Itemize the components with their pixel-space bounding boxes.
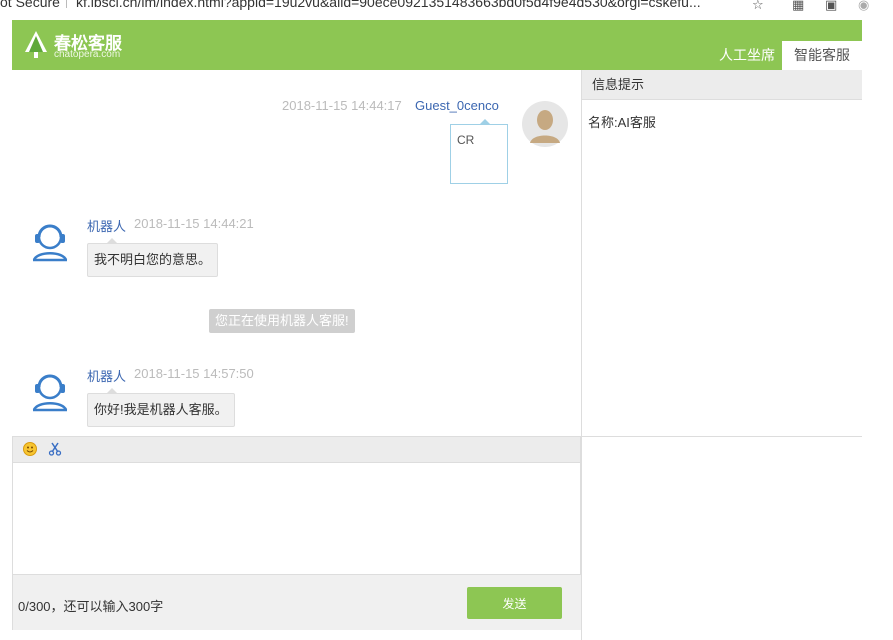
- bot-message-bubble: 我不明白您的意思。: [87, 238, 219, 277]
- window-right-margin: [862, 20, 893, 640]
- char-counter: 0/300，还可以输入300字: [18, 599, 164, 614]
- tab-human-agent[interactable]: 人工坐席: [712, 41, 782, 70]
- image-extension-icon[interactable]: ▣: [825, 0, 837, 12]
- bot-message-time: 2018-11-15 14:44:21: [134, 216, 254, 231]
- info-name-row: 名称:AI客服: [588, 115, 656, 130]
- robot-avatar-icon: [32, 374, 68, 412]
- guest-message-text: CR: [457, 133, 475, 147]
- message-input[interactable]: [13, 463, 580, 574]
- input-toolbar: [12, 436, 581, 463]
- url-separator: [66, 0, 67, 8]
- security-label: ot Secure: [0, 0, 60, 10]
- screenshot-scissors-icon[interactable]: [48, 442, 62, 459]
- tab-ai-service[interactable]: 智能客服: [782, 41, 862, 70]
- guest-avatar-icon: [522, 101, 568, 147]
- guest-name: Guest_0cenco: [415, 98, 499, 113]
- input-footer: 0/300，还可以输入300字 发送: [12, 575, 581, 630]
- extension-icon[interactable]: ◉: [858, 0, 869, 12]
- browser-url-bar[interactable]: ot Secure kf.ibsci.cn/im/index.html?appi…: [0, 0, 893, 12]
- system-notice: 您正在使用机器人客服!: [209, 309, 355, 333]
- guest-message-time: 2018-11-15 14:44:17: [282, 98, 402, 113]
- pine-tree-icon: [25, 31, 47, 58]
- qr-code-icon[interactable]: ▦: [792, 0, 804, 12]
- brand-logo[interactable]: 春松客服 chatopera.com: [22, 28, 142, 62]
- app-header: 春松客服 chatopera.com 人工坐席 智能客服: [12, 20, 862, 70]
- emoji-icon[interactable]: [23, 442, 37, 459]
- brand-domain: chatopera.com: [54, 49, 121, 60]
- info-panel-bottom-border: [582, 436, 862, 437]
- info-panel-title: 信息提示: [582, 70, 862, 100]
- bot-message-text: 你好!我是机器人客服。: [94, 402, 228, 417]
- send-button[interactable]: 发送: [467, 587, 562, 619]
- bot-name: 机器人: [87, 219, 127, 234]
- chat-message-area[interactable]: 2018-11-15 14:44:17 Guest_0cenco CR 机器人 …: [12, 70, 581, 436]
- bot-message-time: 2018-11-15 14:57:50: [134, 366, 254, 381]
- bot-message-bubble: 你好!我是机器人客服。: [87, 388, 235, 427]
- robot-avatar-icon: [32, 224, 68, 262]
- bot-message-text: 我不明白您的意思。: [94, 252, 212, 267]
- message-input-box[interactable]: [12, 463, 581, 575]
- guest-message-bubble: CR: [450, 119, 508, 184]
- bookmark-star-icon[interactable]: ☆: [752, 0, 764, 12]
- url-text[interactable]: kf.ibsci.cn/im/index.html?appid=19u2vu&a…: [76, 0, 736, 10]
- panel-divider: [581, 70, 582, 640]
- bot-name: 机器人: [87, 369, 127, 384]
